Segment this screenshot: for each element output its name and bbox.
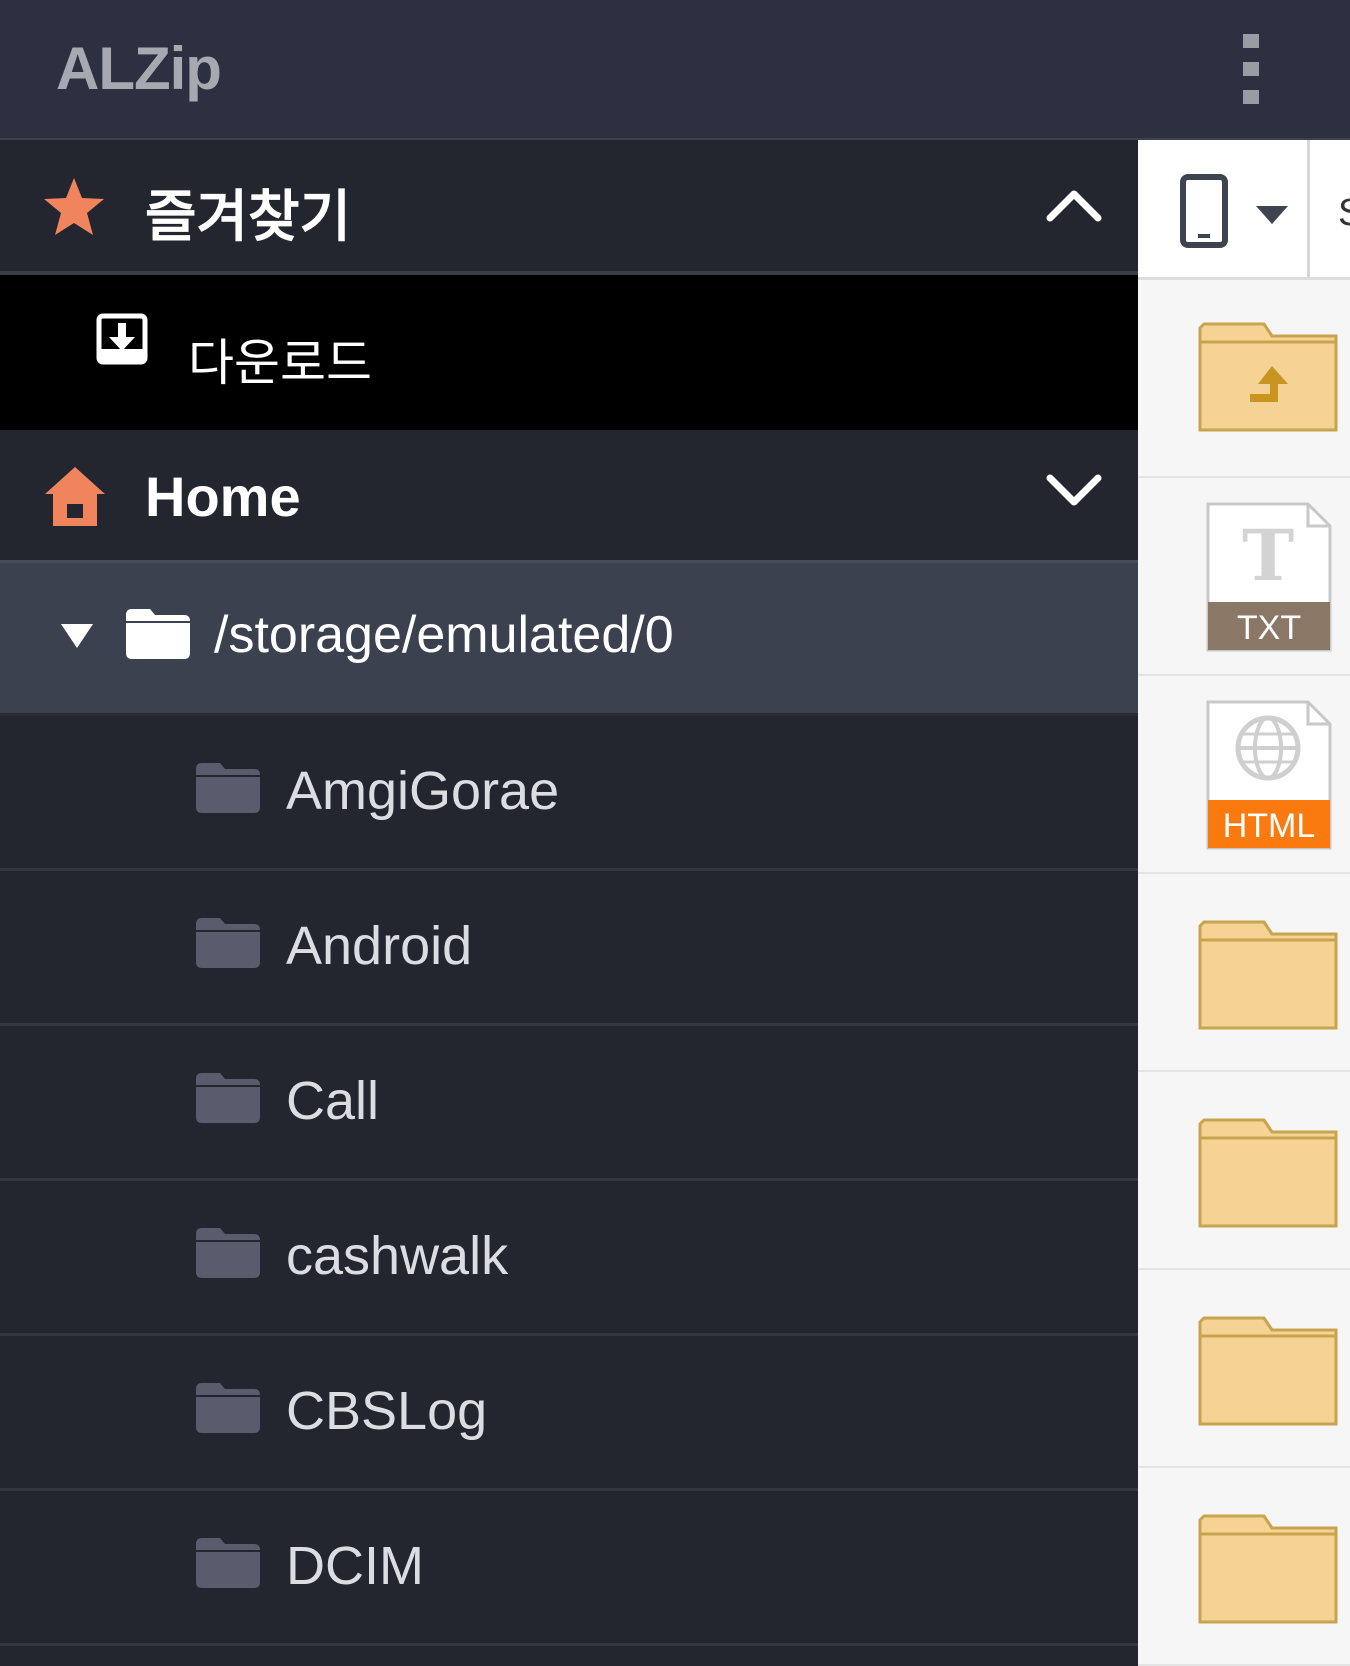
expand-triangle-icon[interactable] xyxy=(60,623,94,649)
panel-toolbar-cut-text: S xyxy=(1338,192,1350,235)
folder-label: DCIM xyxy=(286,1536,424,1596)
home-label: Home xyxy=(145,465,301,528)
app-bar: ALZip xyxy=(0,0,1350,140)
favorites-section-header[interactable]: 즐겨찾기 xyxy=(0,140,1138,275)
file-list-panel: S T TXT HTML xyxy=(1138,140,1350,1666)
overflow-menu-icon[interactable] xyxy=(1236,34,1266,104)
chevron-up-icon[interactable] xyxy=(1046,188,1102,222)
file-row[interactable]: HTML xyxy=(1138,676,1350,874)
folder-icon xyxy=(196,1228,260,1278)
folder-label: Call xyxy=(286,1071,380,1131)
root-folder-row[interactable]: /storage/emulated/0 xyxy=(0,560,1138,716)
txt-file-icon: T TXT xyxy=(1204,502,1334,656)
folder-row[interactable]: DCIM xyxy=(0,1491,1138,1646)
folder-icon xyxy=(196,1383,260,1433)
file-row[interactable]: T TXT xyxy=(1138,478,1350,676)
home-section-header[interactable]: Home xyxy=(0,430,1138,560)
dropdown-arrow-icon xyxy=(1256,206,1288,224)
folder-up-icon xyxy=(1198,322,1338,436)
file-row[interactable] xyxy=(1138,280,1350,478)
navigation-drawer: 즐겨찾기 다운로드 Home /storage/emulated/0 AmgiG… xyxy=(0,140,1138,1666)
folder-row[interactable]: CBSLog xyxy=(0,1336,1138,1491)
folder-icon xyxy=(1198,1118,1338,1232)
txt-badge-text: TXT xyxy=(1237,609,1301,647)
storage-selector-button[interactable] xyxy=(1138,140,1310,277)
download-icon xyxy=(96,313,148,365)
favorite-item-label: 다운로드 xyxy=(188,335,372,391)
folder-label: AmgiGorae xyxy=(286,761,560,821)
home-icon xyxy=(45,467,105,526)
folder-row[interactable]: cashwalk xyxy=(0,1181,1138,1336)
folder-icon xyxy=(1198,920,1338,1034)
folder-row[interactable]: Call xyxy=(0,1026,1138,1181)
svg-text:T: T xyxy=(1242,514,1294,597)
panel-toolbar: S xyxy=(1138,140,1350,280)
file-row[interactable] xyxy=(1138,1270,1350,1468)
chevron-down-icon[interactable] xyxy=(1046,474,1102,508)
folder-icon xyxy=(126,609,190,659)
html-file-icon: HTML xyxy=(1204,700,1334,854)
favorites-label: 즐겨찾기 xyxy=(145,185,352,248)
folder-icon xyxy=(196,1538,260,1588)
folder-label: cashwalk xyxy=(286,1226,509,1286)
html-badge-text: HTML xyxy=(1223,807,1316,845)
folder-icon xyxy=(196,1073,260,1123)
folder-icon xyxy=(1198,1316,1338,1430)
folder-icon xyxy=(1198,1514,1338,1628)
favorite-item-download[interactable]: 다운로드 xyxy=(0,275,1138,430)
star-icon xyxy=(44,178,104,235)
folder-row[interactable]: Android xyxy=(0,871,1138,1026)
file-row[interactable] xyxy=(1138,1072,1350,1270)
file-row[interactable] xyxy=(1138,874,1350,1072)
folder-row[interactable]: AmgiGorae xyxy=(0,716,1138,871)
folder-label: Android xyxy=(286,916,473,976)
file-row[interactable] xyxy=(1138,1468,1350,1666)
app-title: ALZip xyxy=(56,35,222,102)
folder-label: CBSLog xyxy=(286,1381,488,1441)
folder-icon xyxy=(196,763,260,813)
phone-icon xyxy=(1180,174,1228,248)
root-path-label: /storage/emulated/0 xyxy=(214,606,674,664)
folder-icon xyxy=(196,918,260,968)
